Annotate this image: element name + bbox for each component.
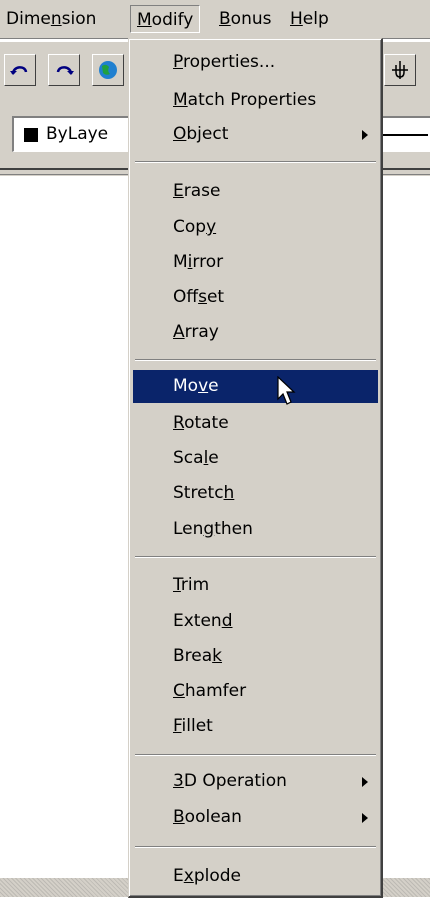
- globe-button[interactable]: [92, 54, 124, 86]
- undo-icon: [10, 66, 28, 75]
- pan-icon: [392, 61, 408, 79]
- menu-item-stretch[interactable]: Stretch: [133, 477, 378, 510]
- menu-item-properties[interactable]: Properties...: [133, 46, 378, 79]
- submenu-arrow-icon: [362, 130, 368, 140]
- layer-combo-value: ByLaye: [46, 124, 109, 144]
- menu-item-scale[interactable]: Scale: [133, 442, 378, 475]
- modify-menu: Properties... Match Properties Object Er…: [128, 38, 383, 898]
- menu-bar: Dimension Modify Bonus Help: [0, 0, 430, 39]
- statusbar-strip-left: [0, 878, 128, 897]
- menu-item-offset[interactable]: Offset: [133, 281, 378, 314]
- menu-item-explode[interactable]: Explode: [133, 860, 378, 893]
- menu-item-trim[interactable]: Trim: [133, 569, 378, 602]
- menu-item-rotate[interactable]: Rotate: [133, 407, 378, 440]
- menu-separator: [135, 359, 376, 361]
- linetype-preview: [382, 134, 428, 136]
- menu-item-3d-operation[interactable]: 3D Operation: [133, 765, 378, 798]
- menu-item-array[interactable]: Array: [133, 316, 378, 349]
- menu-bonus[interactable]: Bonus: [213, 5, 277, 33]
- linetype-combo[interactable]: [378, 116, 430, 152]
- menu-item-move[interactable]: Move: [133, 370, 378, 405]
- statusbar-strip-right: [383, 878, 430, 897]
- pan-button[interactable]: [384, 54, 416, 86]
- undo-button[interactable]: [4, 54, 36, 86]
- menu-separator: [135, 161, 376, 163]
- menu-item-mirror[interactable]: Mirror: [133, 246, 378, 279]
- menu-modify[interactable]: Modify: [130, 5, 201, 33]
- menu-item-copy[interactable]: Copy: [133, 211, 378, 244]
- redo-button[interactable]: [48, 54, 80, 86]
- menu-separator: [135, 556, 376, 558]
- color-swatch: [24, 128, 38, 142]
- menu-item-break[interactable]: Break: [133, 640, 378, 673]
- menu-item-fillet[interactable]: Fillet: [133, 710, 378, 743]
- redo-icon: [56, 66, 74, 75]
- submenu-arrow-icon: [362, 813, 368, 823]
- menu-help[interactable]: Help: [284, 5, 335, 33]
- menu-dimension[interactable]: Dimension: [0, 5, 102, 33]
- menu-item-erase[interactable]: Erase: [133, 175, 378, 208]
- submenu-arrow-icon: [362, 777, 368, 787]
- globe-icon: [99, 61, 117, 79]
- menu-item-boolean[interactable]: Boolean: [133, 801, 378, 834]
- menu-item-object[interactable]: Object: [133, 118, 378, 151]
- menu-item-match-properties[interactable]: Match Properties: [133, 84, 378, 117]
- mouse-cursor-icon: [277, 376, 296, 405]
- menu-separator: [135, 846, 376, 848]
- menu-separator: [135, 754, 376, 756]
- menu-item-extend[interactable]: Extend: [133, 605, 378, 638]
- menu-item-lengthen[interactable]: Lengthen: [133, 513, 378, 546]
- menu-item-chamfer[interactable]: Chamfer: [133, 675, 378, 708]
